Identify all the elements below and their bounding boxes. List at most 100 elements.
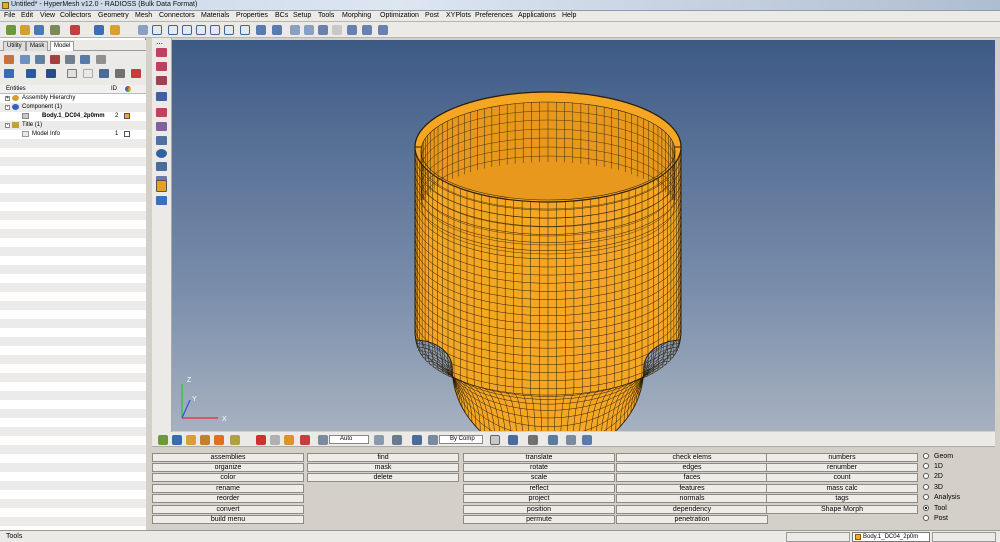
radio-2d[interactable]: 2D [923, 473, 943, 480]
tab-model[interactable]: Model [50, 41, 75, 51]
view-top-icon[interactable] [210, 25, 220, 35]
mask-icon[interactable] [270, 435, 280, 445]
menu-tools[interactable]: Tools [318, 12, 334, 19]
eye-icon[interactable] [99, 69, 109, 78]
lighting-icon[interactable] [374, 435, 384, 445]
delete-icon[interactable] [256, 435, 266, 445]
element-color-icon[interactable] [412, 435, 422, 445]
position-button[interactable]: position [463, 505, 615, 514]
menu-geometry[interactable]: Geometry [98, 12, 129, 19]
translate-view-icon[interactable] [347, 25, 357, 35]
plane-icon[interactable] [528, 435, 538, 445]
view-right-icon[interactable] [196, 25, 206, 35]
component-icon[interactable] [4, 55, 14, 64]
display-components-icon[interactable] [158, 435, 168, 445]
count-button[interactable]: count [766, 473, 918, 482]
visualization-icon[interactable] [156, 48, 167, 57]
shading-icon[interactable] [392, 435, 402, 445]
view-front-icon[interactable] [152, 25, 162, 35]
open-model-icon[interactable] [20, 25, 30, 35]
rotate-button[interactable]: rotate [463, 463, 615, 472]
reflect-button[interactable]: reflect [463, 484, 615, 493]
by-config-icon[interactable] [300, 435, 310, 445]
penetration-button[interactable]: penetration [616, 515, 768, 524]
zoom-window-icon[interactable] [304, 25, 314, 35]
mass-calc-button[interactable]: mass calc [766, 484, 918, 493]
screen-capture-icon[interactable] [582, 435, 592, 445]
renumber-button[interactable]: renumber [766, 463, 918, 472]
graphics-viewport[interactable]: Z Y X [172, 40, 995, 431]
eye-hide-icon[interactable] [115, 69, 125, 78]
normals-button[interactable]: normals [616, 494, 768, 503]
model-info-color-swatch[interactable] [124, 131, 130, 137]
features-button[interactable]: features [616, 484, 768, 493]
tab-mask[interactable]: Mask [26, 41, 49, 51]
feature-lines-icon[interactable] [156, 122, 167, 131]
cursor-icon[interactable] [67, 69, 77, 78]
organize-button[interactable]: organize [152, 463, 304, 472]
shaded-icon[interactable] [156, 62, 167, 71]
radio-analysis[interactable]: Analysis [923, 494, 960, 501]
collapse-icon[interactable]: - [5, 105, 10, 110]
build-menu-button[interactable]: build menu [152, 515, 304, 524]
current-component-indicator[interactable]: Body.1_DC04_2p0m [852, 532, 930, 542]
menu-setup[interactable]: Setup [293, 12, 311, 19]
shape-morph-button[interactable]: Shape Morph [766, 505, 918, 514]
wireframe-icon[interactable] [156, 76, 167, 85]
tags-button[interactable]: tags [766, 494, 918, 503]
model-view-icon[interactable] [110, 25, 120, 35]
measure-icon[interactable] [156, 180, 167, 192]
check-elems-button[interactable]: check elems [616, 453, 768, 462]
find-button[interactable]: find [307, 453, 459, 462]
radio-tool[interactable]: Tool [923, 505, 947, 512]
loadcol-icon[interactable] [65, 55, 75, 64]
tree-row-model-info[interactable]: Model Info 1 [0, 130, 146, 139]
expand-icon[interactable]: + [5, 96, 10, 101]
view-left-icon[interactable] [182, 25, 192, 35]
mask-button[interactable]: mask [307, 463, 459, 472]
rotate-view-icon[interactable] [256, 25, 266, 35]
clip-icon[interactable] [156, 196, 167, 205]
menu-connectors[interactable]: Connectors [159, 12, 195, 19]
solid-mode-icon[interactable] [508, 435, 518, 445]
fit-icon[interactable] [290, 25, 300, 35]
tree-row-component-group[interactable]: - Component (1) [0, 103, 146, 112]
menu-preferences[interactable]: Preferences [475, 12, 513, 19]
display-loads-icon[interactable] [186, 435, 196, 445]
tab-utility[interactable]: Utility [3, 41, 26, 51]
view-iso-icon[interactable] [240, 25, 250, 35]
tree-row-component[interactable]: Body.1_DC04_2p0mm 2 [0, 112, 146, 121]
display-assemblies-icon[interactable] [172, 435, 182, 445]
menu-post[interactable]: Post [425, 12, 439, 19]
radio-post[interactable]: Post [923, 515, 948, 522]
project-button[interactable]: project [463, 494, 615, 503]
reverse-icon[interactable] [284, 435, 294, 445]
component-color-swatch[interactable] [124, 113, 130, 119]
material-icon[interactable] [50, 55, 60, 64]
assembly-icon[interactable] [20, 55, 30, 64]
color-mode-select[interactable]: By Comp [439, 435, 483, 444]
display-mode-select[interactable]: Auto [329, 435, 369, 444]
elements-icon[interactable] [156, 108, 167, 117]
convert-button[interactable]: convert [152, 505, 304, 514]
display-all-icon[interactable] [230, 435, 240, 445]
wire-mode-icon[interactable] [490, 435, 500, 445]
save-model-icon[interactable] [34, 25, 44, 35]
spin-icon[interactable] [272, 25, 282, 35]
transparency-icon[interactable] [156, 136, 167, 145]
tree-row-assembly[interactable]: + Assembly Hierarchy [0, 94, 146, 103]
radio-1d[interactable]: 1D [923, 463, 943, 470]
menu-edit[interactable]: Edit [21, 12, 33, 19]
isolate-icon[interactable] [26, 69, 36, 78]
shaded-edges-icon[interactable] [156, 92, 167, 101]
view-bottom-icon[interactable] [224, 25, 234, 35]
collapse-icon[interactable]: - [5, 123, 10, 128]
new-model-icon[interactable] [6, 25, 16, 35]
find-icon[interactable] [83, 69, 93, 78]
menu-view[interactable]: View [40, 12, 55, 19]
property-icon[interactable] [35, 55, 45, 64]
color-button[interactable]: color [152, 473, 304, 482]
dependency-button[interactable]: dependency [616, 505, 768, 514]
menu-applications[interactable]: Applications [518, 12, 556, 19]
shrink-icon[interactable] [548, 435, 558, 445]
